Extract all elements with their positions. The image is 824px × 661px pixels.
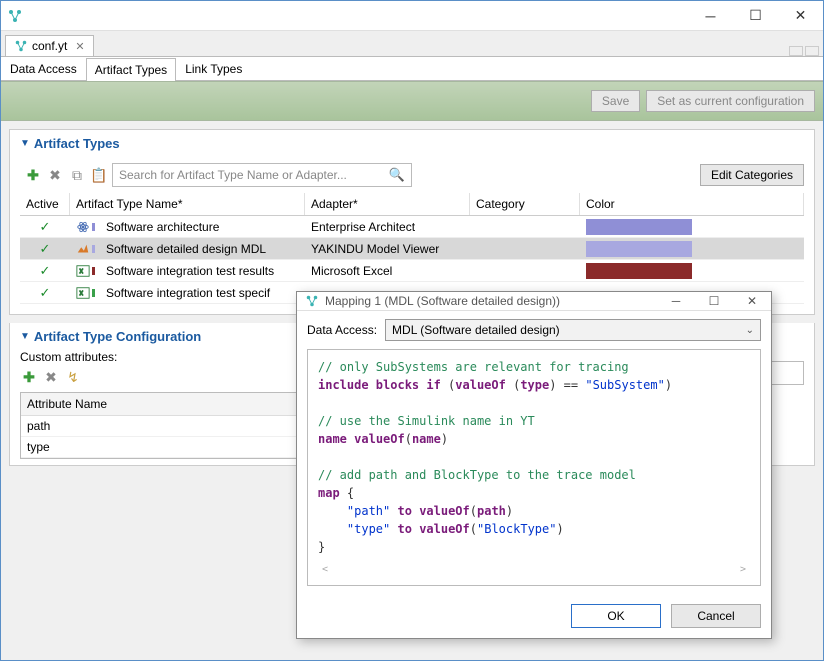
tab-data-access[interactable]: Data Access (1, 57, 86, 80)
link-attr-icon[interactable]: ↯ (64, 368, 82, 386)
tab-link-types[interactable]: Link Types (176, 57, 251, 80)
col-category[interactable]: Category (470, 193, 580, 215)
active-checkmark: ✓ (40, 241, 51, 257)
ok-button[interactable]: OK (571, 604, 661, 628)
table-row[interactable]: ✓ Software architecture Enterprise Archite… (20, 216, 804, 238)
edit-categories-button[interactable]: Edit Categories (700, 164, 804, 186)
active-checkmark: ✓ (40, 285, 51, 301)
color-swatch[interactable] (586, 241, 692, 257)
scroll-right-icon[interactable]: > (740, 562, 746, 577)
artifact-type-configuration: ▼ Artifact Type Configuration Custom att… (9, 323, 329, 466)
window-titlebar: ─ ☐ ✕ (1, 1, 823, 31)
artifact-types-table: Active Artifact Type Name* Adapter* Cate… (20, 193, 804, 304)
chevron-down-icon: ⌄ (746, 325, 754, 336)
close-button[interactable]: ✕ (778, 1, 823, 30)
section-title[interactable]: ▼ Artifact Types (20, 136, 804, 151)
adapter-cell: Microsoft Excel (305, 264, 470, 278)
maximize-button[interactable]: ☐ (733, 1, 778, 30)
col-color[interactable]: Color (580, 193, 804, 215)
tab-artifact-types[interactable]: Artifact Types (86, 58, 176, 81)
table-row[interactable]: ✓ Software integration test results Micros… (20, 260, 804, 282)
add-icon[interactable]: ✚ (24, 166, 42, 184)
active-checkmark: ✓ (40, 263, 51, 279)
mapping-code-editor[interactable]: // only SubSystems are relevant for trac… (307, 349, 761, 586)
editor-tab-conf[interactable]: conf.yt ✕ (5, 35, 94, 56)
config-tabs: Data Access Artifact Types Link Types (1, 57, 823, 81)
dialog-minimize-button[interactable]: ─ (661, 294, 691, 308)
artifact-name: Software architecture (106, 220, 219, 234)
config-toolbar: Save Set as current configuration (1, 81, 823, 121)
type-icon (76, 220, 90, 234)
dialog-title: Mapping 1 (MDL (Software detailed design… (325, 294, 560, 308)
data-access-label: Data Access: (307, 323, 377, 337)
type-icon (76, 264, 90, 278)
app-icon (7, 8, 23, 24)
editor-tab-label: conf.yt (32, 39, 67, 53)
delete-attr-icon[interactable]: ✖ (42, 368, 60, 386)
data-access-select[interactable]: MDL (Software detailed design) ⌄ (385, 319, 761, 341)
mapping-dialog: Mapping 1 (MDL (Software detailed design… (296, 291, 772, 639)
collapse-icon: ▼ (20, 331, 30, 342)
tab-close-icon[interactable]: ✕ (75, 40, 84, 53)
col-active[interactable]: Active (20, 193, 70, 215)
type-icon (76, 286, 90, 300)
artifact-name: Software integration test results (106, 264, 274, 278)
artifact-name: Software detailed design MDL (106, 242, 266, 256)
editor-tab-row: conf.yt ✕ (1, 31, 823, 57)
collapse-icon: ▼ (20, 138, 30, 149)
config-section-title[interactable]: ▼ Artifact Type Configuration (20, 329, 318, 344)
dialog-close-button[interactable]: ✕ (737, 294, 767, 308)
scroll-left-icon[interactable]: < (322, 562, 328, 577)
delete-icon[interactable]: ✖ (46, 166, 64, 184)
artifact-types-section: ▼ Artifact Types ✚ ✖ ⧉ 📋 Search for Arti… (9, 129, 815, 315)
table-row[interactable]: ✓ Software detailed design MDL YAKINDU Mod… (20, 238, 804, 260)
custom-attributes-label: Custom attributes: (20, 350, 318, 364)
attribute-row[interactable]: type (21, 437, 317, 458)
set-current-config-button[interactable]: Set as current configuration (646, 90, 815, 112)
minimize-button[interactable]: ─ (688, 1, 733, 30)
dialog-maximize-button[interactable]: ☐ (699, 294, 729, 308)
cancel-button[interactable]: Cancel (671, 604, 761, 628)
copy-icon[interactable]: ⧉ (68, 166, 86, 184)
search-input[interactable]: Search for Artifact Type Name or Adapter… (112, 163, 412, 187)
paste-icon[interactable]: 📋 (90, 166, 108, 184)
add-attr-icon[interactable]: ✚ (20, 368, 38, 386)
color-swatch[interactable] (586, 219, 692, 235)
adapter-cell: Enterprise Architect (305, 220, 470, 234)
attribute-row[interactable]: path (21, 416, 317, 437)
maximize-view-icon[interactable] (805, 46, 819, 56)
attr-col-name[interactable]: Attribute Name (21, 393, 317, 416)
col-name[interactable]: Artifact Type Name* (70, 193, 305, 215)
restore-view-icon[interactable] (789, 46, 803, 56)
attributes-table: Attribute Name pathtype (20, 392, 318, 459)
color-swatch[interactable] (586, 263, 692, 279)
type-icon (76, 242, 90, 256)
col-adapter[interactable]: Adapter* (305, 193, 470, 215)
active-checkmark: ✓ (40, 219, 51, 235)
artifact-name: Software integration test specif (106, 286, 270, 300)
dialog-icon (305, 294, 319, 308)
search-icon: 🔍 (389, 167, 405, 183)
adapter-cell: YAKINDU Model Viewer (305, 242, 470, 256)
file-icon (14, 39, 28, 53)
save-button[interactable]: Save (591, 90, 640, 112)
